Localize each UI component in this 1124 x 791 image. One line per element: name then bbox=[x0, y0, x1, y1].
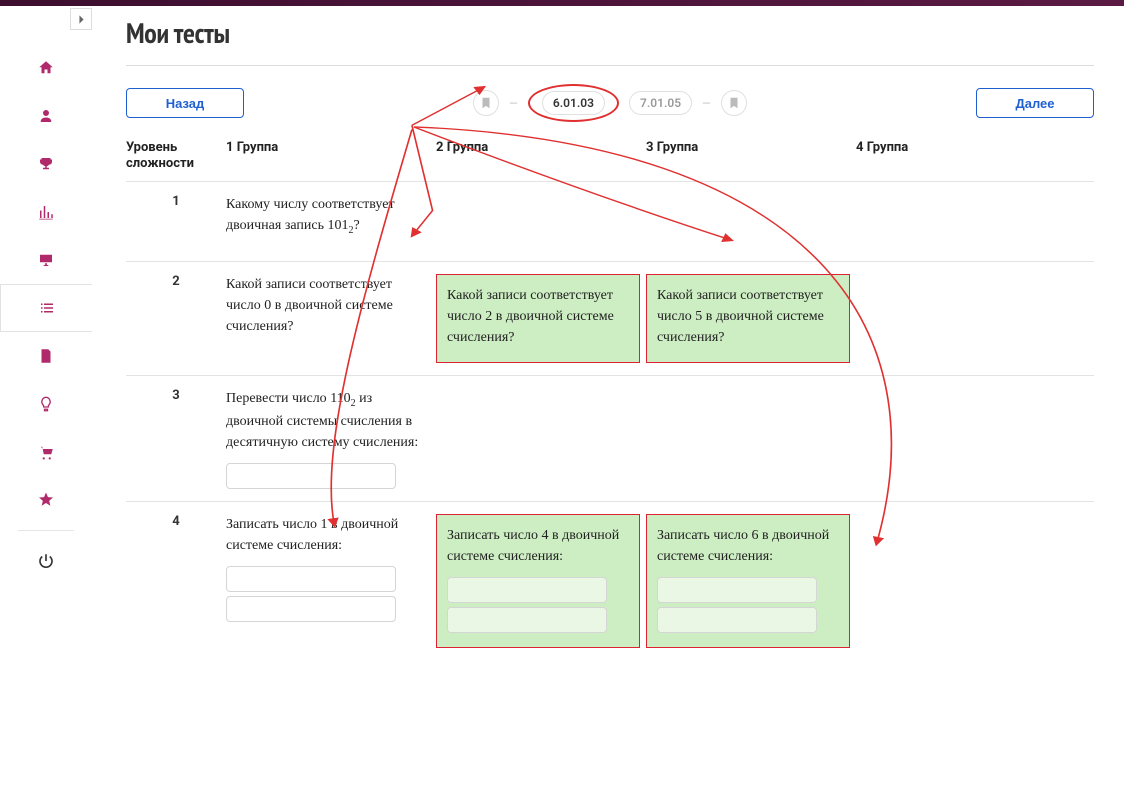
title-divider bbox=[126, 65, 1094, 66]
star-icon bbox=[37, 491, 55, 509]
table-row: 2 Какой записи соответствует число 0 в д… bbox=[126, 261, 1094, 375]
table-headers: Уровень сложности 1 Группа 2 Группа 3 Гр… bbox=[126, 140, 1094, 181]
empty-cell bbox=[856, 514, 1066, 648]
breadcrumb-nav: — 6.01.03 7.01.05 — bbox=[244, 84, 976, 122]
level-number: 3 bbox=[126, 388, 226, 489]
question-cell[interactable]: Какой записи соответствует число 0 в дво… bbox=[226, 274, 436, 363]
sidebar-item-stats[interactable] bbox=[0, 188, 92, 236]
empty-cell bbox=[646, 194, 856, 249]
empty-cell bbox=[856, 274, 1066, 363]
question-cell[interactable]: Записать число 6 в двоичной системе счис… bbox=[646, 514, 850, 648]
question-cell[interactable]: Какому числу соответствует двоичная запи… bbox=[226, 194, 436, 249]
answer-input[interactable] bbox=[226, 566, 396, 592]
lightbulb-icon bbox=[37, 395, 55, 413]
crumb-current-highlight: 6.01.03 bbox=[528, 84, 619, 122]
list-icon bbox=[38, 299, 56, 317]
sidebar-item-achievements[interactable] bbox=[0, 140, 92, 188]
level-number: 2 bbox=[126, 274, 226, 363]
trophy-icon bbox=[37, 155, 55, 173]
question-cell[interactable]: Перевести число 1102 из двоичной системы… bbox=[226, 388, 436, 489]
header-level: Уровень сложности bbox=[126, 140, 226, 171]
answer-input[interactable] bbox=[447, 577, 607, 603]
crumb-current[interactable]: 6.01.03 bbox=[542, 91, 605, 115]
answer-input[interactable] bbox=[226, 463, 396, 489]
answer-input[interactable] bbox=[657, 577, 817, 603]
header-g1: 1 Группа bbox=[226, 140, 436, 171]
question-cell[interactable]: Записать число 1 в двоичной системе счис… bbox=[226, 514, 436, 648]
header-g3: 3 Группа bbox=[646, 140, 856, 171]
sidebar-item-board[interactable] bbox=[0, 236, 92, 284]
bookmark-icon bbox=[479, 96, 493, 110]
empty-cell bbox=[436, 194, 646, 249]
answer-input[interactable] bbox=[226, 596, 396, 622]
table-row: 1Какому числу соответствует двоичная зап… bbox=[126, 181, 1094, 261]
sidebar-item-profile[interactable] bbox=[0, 92, 92, 140]
crumb-next-button[interactable] bbox=[721, 90, 747, 116]
presentation-icon bbox=[37, 251, 55, 269]
next-button[interactable]: Далее bbox=[976, 88, 1094, 118]
header-g2: 2 Группа bbox=[436, 140, 646, 171]
sidebar-item-favorites[interactable] bbox=[0, 476, 92, 524]
sidebar-item-cart[interactable] bbox=[0, 428, 92, 476]
sidebar-item-logout[interactable] bbox=[0, 537, 92, 585]
document-icon bbox=[37, 347, 55, 365]
home-icon bbox=[37, 59, 55, 77]
cart-icon bbox=[37, 443, 55, 461]
sidebar bbox=[0, 6, 92, 680]
sidebar-item-home[interactable] bbox=[0, 44, 92, 92]
sidebar-item-docs[interactable] bbox=[0, 332, 92, 380]
empty-cell bbox=[856, 388, 1066, 489]
empty-cell bbox=[856, 194, 1066, 249]
page-title: Мои тесты bbox=[126, 14, 1094, 51]
level-number: 1 bbox=[126, 194, 226, 249]
sidebar-divider bbox=[18, 530, 73, 531]
crumb-prev-button[interactable] bbox=[473, 90, 499, 116]
back-button[interactable]: Назад bbox=[126, 88, 244, 118]
sidebar-item-tests[interactable] bbox=[0, 284, 92, 332]
answer-input[interactable] bbox=[657, 607, 817, 633]
table-body: 1Какому числу соответствует двоичная зап… bbox=[126, 181, 1094, 660]
question-cell[interactable]: Какой записи соответствует число 5 в дво… bbox=[646, 274, 850, 363]
bookmark-icon bbox=[727, 96, 741, 110]
empty-cell bbox=[646, 388, 856, 489]
user-icon bbox=[37, 107, 55, 125]
table-row: 3Перевести число 1102 из двоичной систем… bbox=[126, 375, 1094, 501]
question-cell[interactable]: Какой записи соответствует число 2 в дво… bbox=[436, 274, 640, 363]
chevron-right-icon bbox=[76, 14, 87, 25]
bar-chart-icon bbox=[37, 203, 55, 221]
level-number: 4 bbox=[126, 514, 226, 648]
crumb-sep: — bbox=[509, 97, 518, 110]
empty-cell bbox=[436, 388, 646, 489]
crumb-next[interactable]: 7.01.05 bbox=[629, 91, 692, 115]
power-icon bbox=[37, 552, 55, 570]
header-g4: 4 Группа bbox=[856, 140, 1066, 171]
table-row: 4Записать число 1 в двоичной системе счи… bbox=[126, 501, 1094, 660]
sidebar-item-ideas[interactable] bbox=[0, 380, 92, 428]
toolbar: Назад — 6.01.03 7.01.05 — Далее bbox=[126, 84, 1094, 122]
answer-input[interactable] bbox=[447, 607, 607, 633]
main-content: Мои тесты Назад — 6.01.03 7.01.05 — Дале… bbox=[92, 6, 1124, 680]
sidebar-collapse-button[interactable] bbox=[70, 8, 92, 30]
crumb-sep: — bbox=[702, 97, 711, 110]
question-cell[interactable]: Записать число 4 в двоичной системе счис… bbox=[436, 514, 640, 648]
